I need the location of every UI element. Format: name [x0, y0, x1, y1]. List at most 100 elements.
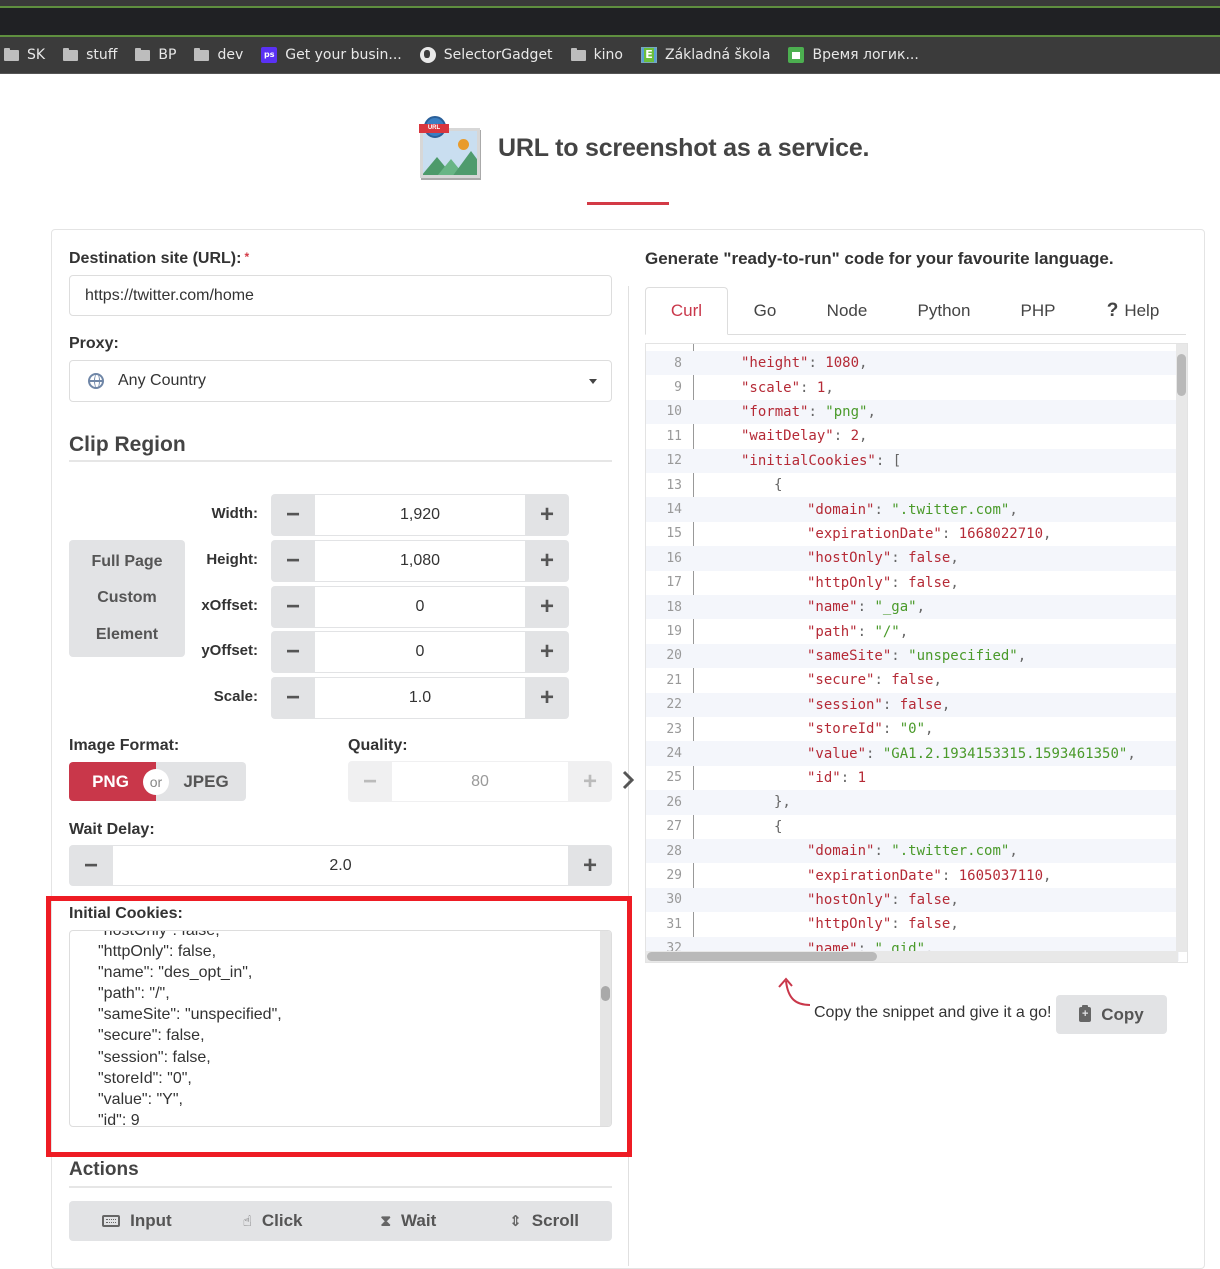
height-label: Height:: [206, 551, 258, 568]
clip-mode-full-page[interactable]: Full Page: [91, 553, 162, 571]
cookies-scrollbar[interactable]: [600, 931, 611, 1126]
wait-delay-value[interactable]: 2.0: [113, 845, 568, 886]
code-line: 10 "format": "png",: [646, 399, 1179, 425]
code-token: "path": [807, 623, 858, 640]
code-punct: :: [891, 647, 909, 664]
action-input-button[interactable]: Input: [69, 1201, 205, 1241]
cookies-scrollbar-thumb[interactable]: [601, 986, 610, 1001]
code-text: "name": "_ga",: [807, 599, 925, 615]
xoffset-increment-button[interactable]: +: [525, 586, 569, 628]
scale-value[interactable]: 1.0: [315, 677, 525, 719]
line-number: 15: [666, 526, 682, 542]
width-stepper: −1,920 +: [271, 494, 569, 536]
yoffset-increment-button[interactable]: +: [525, 631, 569, 673]
wait-delay-increment-button[interactable]: +: [568, 845, 612, 886]
code-punct: :: [800, 379, 817, 396]
code-line: 12 "initialCookies": [: [646, 448, 1179, 473]
code-vertical-scrollbar-thumb[interactable]: [1177, 354, 1186, 396]
code-line: 25 "id": 1: [646, 766, 1179, 790]
code-token: "sameSite": [807, 647, 892, 664]
code-text: "storeId": "0",: [807, 721, 933, 737]
code-punct: : [: [875, 452, 902, 469]
bookmark-item[interactable]: Время логик...: [788, 47, 919, 63]
code-punct: :: [891, 916, 909, 933]
width-increment-button[interactable]: +: [525, 494, 569, 536]
tab-curl[interactable]: Curl: [645, 287, 728, 335]
bookmark-item[interactable]: SelectorGadget: [419, 47, 553, 63]
action-click-button[interactable]: ☝ Click: [205, 1201, 341, 1241]
bookmark-item[interactable]: dev: [194, 47, 243, 63]
xoffset-label: xOffset:: [201, 597, 258, 614]
code-editor[interactable]: 8 "height": 1080, 9 "scale": 1, 10 "format": …: [645, 343, 1188, 963]
actions-title: Actions: [69, 1159, 139, 1180]
bookmark-item[interactable]: kino: [570, 47, 623, 63]
quality-increment-button[interactable]: +: [568, 761, 612, 802]
clip-mode-element[interactable]: Element: [96, 626, 158, 644]
quality-stepper: − 80 +: [348, 761, 612, 802]
actions-bar: Input ☝ Click ⧗ Wait ⇕ Scroll: [69, 1201, 612, 1241]
tab-php[interactable]: PHP: [996, 287, 1080, 335]
xoffset-value[interactable]: 0: [315, 586, 525, 628]
code-line: 31 "httpOnly": false,: [646, 912, 1179, 936]
bookmark-item[interactable]: stuff: [63, 47, 117, 63]
code-punct: ,: [1043, 867, 1052, 884]
tab-node[interactable]: Node: [802, 287, 892, 335]
bookmark-item[interactable]: ps Get your busin...: [261, 47, 402, 63]
bookmark-item[interactable]: SK: [4, 47, 45, 63]
tab-go[interactable]: Go: [728, 287, 802, 335]
chevron-right-icon[interactable]: [621, 770, 635, 790]
tab-help[interactable]: ? Help: [1080, 287, 1186, 335]
code-punct: },: [774, 794, 791, 811]
height-decrement-button[interactable]: −: [271, 540, 315, 582]
code-punct: ,: [1043, 525, 1052, 542]
code-vertical-scrollbar[interactable]: [1176, 344, 1187, 952]
code-text: "scale": 1,: [741, 380, 834, 396]
action-wait-button[interactable]: ⧗ Wait: [341, 1201, 477, 1241]
scale-increment-button[interactable]: +: [525, 677, 569, 719]
copy-button[interactable]: Copy: [1056, 995, 1167, 1034]
width-decrement-button[interactable]: −: [271, 494, 315, 536]
quality-decrement-button[interactable]: −: [348, 761, 392, 802]
quality-value[interactable]: 80: [392, 761, 568, 802]
bookmark-label: SK: [27, 47, 46, 63]
bookmark-label: Время логик...: [812, 47, 919, 63]
bookmark-item[interactable]: BP: [135, 47, 176, 63]
format-jpeg-button[interactable]: JPEG: [156, 762, 246, 801]
height-increment-button[interactable]: +: [525, 540, 569, 582]
code-text: "hostOnly": false,: [807, 550, 959, 566]
tab-python[interactable]: Python: [892, 287, 996, 335]
bookmarks-bar: SK stuff BP dev ps Get your busin... SelectorG…: [0, 37, 1220, 74]
clip-mode-custom[interactable]: Custom: [97, 589, 157, 607]
folder-icon: [570, 47, 586, 61]
proxy-label: Proxy:: [69, 335, 119, 352]
code-punct: :: [874, 843, 892, 860]
yoffset-value[interactable]: 0: [315, 631, 525, 673]
code-string: ".twitter.com": [891, 843, 1010, 860]
code-token: false: [908, 891, 951, 908]
height-value[interactable]: 1,080: [315, 540, 525, 582]
code-horizontal-scrollbar[interactable]: [646, 951, 1178, 962]
xoffset-decrement-button[interactable]: −: [271, 586, 315, 628]
bookmark-item[interactable]: Základná škola: [641, 47, 770, 63]
e-icon: [641, 47, 657, 63]
width-value[interactable]: 1,920: [315, 494, 525, 536]
initial-cookies-textarea[interactable]: "hostOnly": false, "httpOnly": false, "nam…: [69, 930, 612, 1127]
code-horizontal-scrollbar-thumb[interactable]: [647, 952, 877, 961]
scale-decrement-button[interactable]: −: [271, 677, 315, 719]
line-number: 13: [666, 477, 682, 493]
code-punct: ,: [1009, 843, 1018, 860]
code-punct: :: [941, 867, 959, 884]
code-line: 26},: [646, 790, 1179, 815]
yoffset-decrement-button[interactable]: −: [271, 631, 315, 673]
proxy-select[interactable]: Any Country: [69, 360, 612, 402]
line-number: 9: [674, 380, 682, 396]
line-number: 22: [666, 697, 682, 713]
code-punct: :: [857, 599, 875, 616]
wait-delay-decrement-button[interactable]: −: [69, 845, 113, 886]
quality-label: Quality:: [348, 737, 408, 754]
bookmark-label: BP: [158, 47, 177, 63]
destination-url-input[interactable]: https://twitter.com/home: [69, 275, 612, 316]
code-token: "session": [807, 696, 883, 713]
code-string: ".twitter.com": [891, 501, 1010, 518]
action-scroll-button[interactable]: ⇕ Scroll: [476, 1201, 612, 1241]
